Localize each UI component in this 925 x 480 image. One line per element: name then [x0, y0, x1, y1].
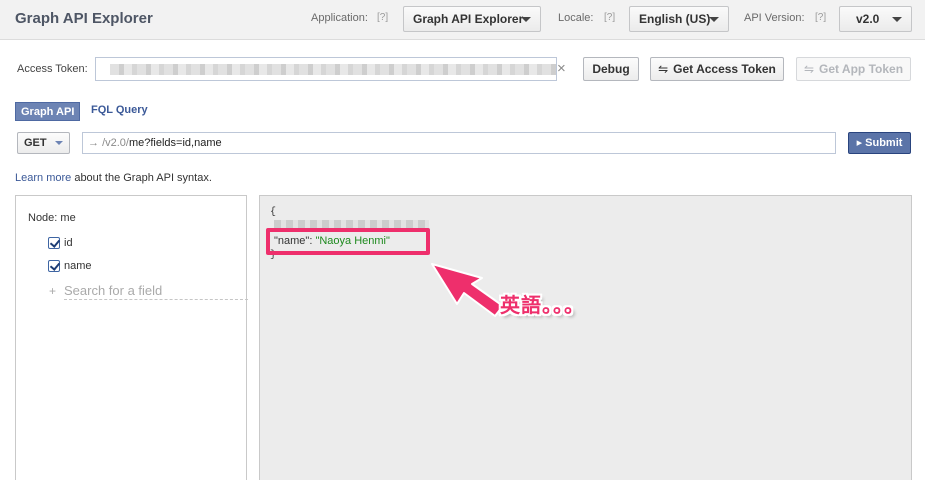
annotation-arrow-icon [431, 263, 504, 317]
annotation-text: 英語。。。 [500, 293, 585, 317]
